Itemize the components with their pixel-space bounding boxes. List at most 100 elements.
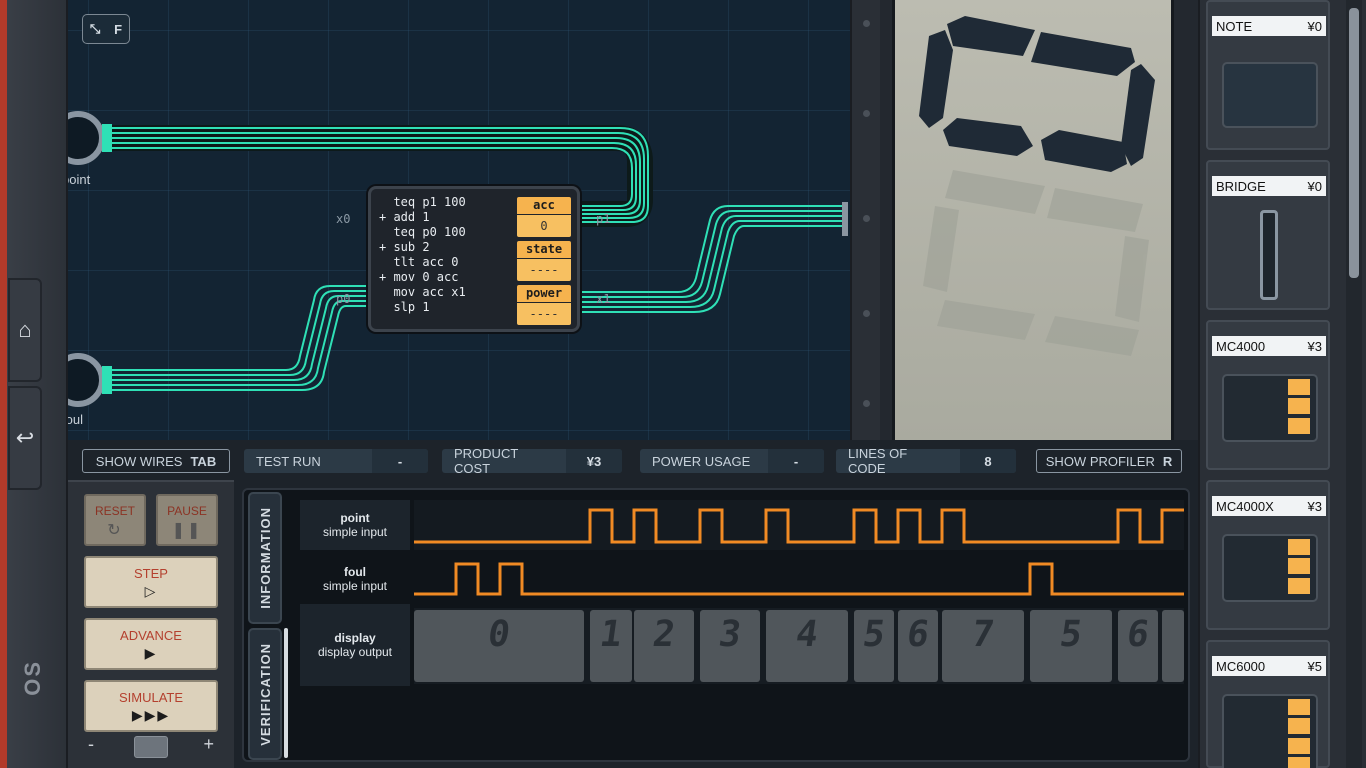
register-power-name: power [517, 285, 571, 302]
part-cost: ¥5 [1307, 658, 1322, 674]
speed-decrease[interactable]: - [88, 734, 94, 755]
test-run-stat: TEST RUN - [244, 449, 428, 473]
port-ring-point [68, 111, 112, 165]
home-button[interactable]: ⌂ [8, 278, 42, 382]
pin-label-x1: x1 [596, 292, 611, 306]
mini-register-icon [1288, 558, 1310, 574]
seven-segment-digit [919, 16, 1155, 356]
step-label: STEP [134, 566, 168, 581]
display-frame: 5 [854, 610, 894, 682]
display-frame-digit: 0 [485, 614, 513, 655]
mc4000x-chip-icon [1222, 534, 1318, 602]
power-usage-label: POWER USAGE [652, 453, 751, 469]
bolt-icon [863, 310, 870, 317]
track-label-point: point simple input [300, 500, 410, 550]
timeline-frame: INFORMATION VERIFICATION point simple in… [242, 488, 1190, 762]
lines-of-code-label: LINES OF CODE [848, 446, 908, 476]
mini-register-icon [1288, 718, 1310, 734]
bridge-icon [1260, 210, 1278, 300]
tab-verification-label: VERIFICATION [257, 642, 273, 746]
lit-segments [919, 16, 1155, 172]
parts-scrollbar[interactable] [1346, 0, 1362, 768]
step-button[interactable]: STEP ▷ [84, 556, 218, 608]
display-frame-digit: 5 [860, 614, 888, 655]
mc4000-chip-icon [1222, 374, 1318, 442]
register-state: state ---- [517, 241, 571, 281]
display-port-connector [842, 202, 848, 236]
mini-register-icon [1288, 539, 1310, 555]
back-button[interactable]: ↩ [8, 386, 42, 490]
lines-of-code-stat: LINES OF CODE 8 [836, 446, 1016, 476]
speed-slider[interactable]: - + [88, 734, 214, 758]
mini-register-icon [1288, 379, 1310, 395]
register-acc: acc 0 [517, 197, 571, 237]
display-frame-digit: 2 [650, 614, 678, 655]
part-bridge[interactable]: BRIDGE ¥0 [1206, 160, 1330, 310]
mini-register-icon [1288, 578, 1310, 594]
pin-label-p1: p1 [596, 212, 611, 226]
register-acc-value: 0 [517, 215, 571, 237]
track-name: display [334, 631, 376, 645]
part-note[interactable]: NOTE ¥0 [1206, 0, 1330, 150]
left-rail: ⌂ ↩ OS [0, 0, 68, 768]
reset-button[interactable]: RESET ↻ [84, 494, 146, 546]
os-logo: OS [20, 660, 45, 696]
segment-top-right [1031, 32, 1135, 76]
parts-sidebar: NOTE ¥0 BRIDGE ¥0 MC4000 ¥3 MC4000X ¥3 M… [1198, 0, 1366, 768]
game-screen: ⌂ ↩ OS ⤡ F oint oul x0 p0 p1 x1 teq p1 1… [0, 0, 1366, 768]
product-cost-label: PRODUCT COST [454, 446, 519, 476]
part-mc6000[interactable]: MC6000 ¥5 [1206, 640, 1330, 768]
part-name: MC4000X [1216, 498, 1274, 514]
mini-register-icon [1288, 398, 1310, 414]
circuit-board[interactable]: ⤡ F oint oul x0 p0 p1 x1 teq p1 100 + ad… [68, 0, 850, 440]
tab-information[interactable]: INFORMATION [248, 492, 282, 624]
segment-bottom-left [943, 118, 1033, 156]
bolt-icon [863, 20, 870, 27]
track-label-foul: foul simple input [300, 554, 410, 604]
part-mc4000x[interactable]: MC4000X ¥3 [1206, 480, 1330, 630]
simulate-button[interactable]: SIMULATE ▶▶▶ [84, 680, 218, 732]
display-frame: 7 [942, 610, 1024, 682]
mini-register-icon [1288, 757, 1310, 768]
speed-increase[interactable]: + [203, 734, 214, 755]
waveform-foul [414, 562, 1184, 596]
advance-label: ADVANCE [120, 628, 182, 643]
register-power-value: ---- [517, 303, 571, 325]
part-name: MC4000 [1216, 338, 1266, 354]
show-wires-label: SHOW WIRES [95, 453, 183, 469]
waveform-point [414, 500, 1184, 550]
display-output-strip: 0123456756 [414, 608, 1184, 684]
part-name: NOTE [1216, 18, 1253, 34]
part-note-header: NOTE ¥0 [1212, 16, 1326, 36]
port-label-point: point [68, 172, 91, 187]
advance-button[interactable]: ADVANCE ▶ [84, 618, 218, 670]
pause-button[interactable]: PAUSE ❚❚ [156, 494, 218, 546]
display-frame: 6 [898, 610, 938, 682]
code-line: + sub 2 [379, 240, 430, 254]
track-name: point [340, 511, 370, 525]
pause-label: PAUSE [167, 504, 207, 518]
code-line: mov acc x1 [379, 285, 466, 299]
code-line: slp 1 [379, 300, 430, 314]
simulation-controls: RESET ↻ PAUSE ❚❚ STEP ▷ ADVANCE ▶ SIMULA… [68, 480, 234, 768]
part-cost: ¥3 [1307, 338, 1322, 354]
faint-second-digit [923, 170, 1149, 356]
home-icon: ⌂ [18, 317, 32, 342]
show-wires-button[interactable]: SHOW WIRES TAB [82, 449, 230, 473]
part-name: BRIDGE [1216, 178, 1266, 194]
show-profiler-button[interactable]: SHOW PROFILER R [1036, 449, 1182, 473]
display-frame-digit: 6 [1124, 614, 1152, 655]
segment-left [919, 30, 953, 128]
verification-scrollbar[interactable] [284, 628, 288, 758]
display-frame: 1 [590, 610, 632, 682]
mini-register-icon [1288, 738, 1310, 754]
pause-icon: ❚❚ [171, 522, 203, 539]
part-mc4000[interactable]: MC4000 ¥3 [1206, 320, 1330, 470]
speed-slider-handle[interactable] [134, 736, 168, 758]
parts-scrollbar-thumb[interactable] [1349, 8, 1359, 278]
part-cost: ¥0 [1307, 178, 1322, 194]
tab-verification[interactable]: VERIFICATION [248, 628, 282, 760]
mc4000-chip[interactable]: teq p1 100 + add 1 teq p0 100 + sub 2 tlt … [368, 186, 580, 332]
track-type: simple input [322, 579, 388, 593]
chip-code-editor[interactable]: teq p1 100 + add 1 teq p0 100 + sub 2 tlt … [379, 195, 466, 315]
